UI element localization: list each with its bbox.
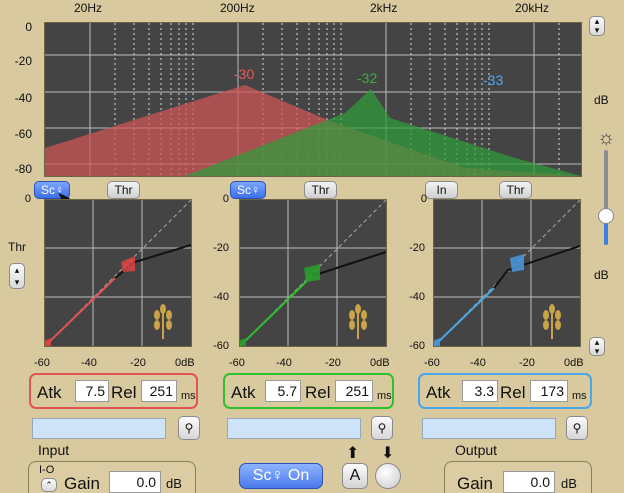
band-2-tick: -60 <box>229 357 245 369</box>
band-2-ms-unit: ms <box>377 390 392 402</box>
band-3-lock-button[interactable]: ⚲ <box>566 416 588 440</box>
key-icon: ⚲ <box>572 421 582 435</box>
output-group: Gain 0.0 dB <box>444 461 592 493</box>
threshold-stepper[interactable]: ▴ ▾ <box>9 263 25 289</box>
band-3-release-label: Rel <box>500 383 526 402</box>
spectrum-db-label: 0 <box>25 20 32 34</box>
brightness-slider-knob[interactable] <box>598 208 614 224</box>
band-1-ms-unit: ms <box>181 390 196 402</box>
compressor-y-tick: 0 <box>420 193 427 205</box>
freq-label-2khz: 2kHz <box>370 1 398 15</box>
key-icon: ⚲ <box>184 421 194 435</box>
freq-label-200hz: 200Hz <box>220 1 255 15</box>
band-2-lock-button[interactable]: ⚲ <box>371 416 393 440</box>
input-gain-label: Gain <box>64 474 100 493</box>
band-2-threshold-readout: -32 <box>357 70 378 86</box>
input-db-unit: dB <box>166 476 182 491</box>
spectrum-db-label: -80 <box>14 162 32 176</box>
band-1-tick: -60 <box>34 357 50 369</box>
input-io-stepper[interactable]: ⌃ <box>41 478 57 492</box>
band-2-release-label: Rel <box>305 383 331 402</box>
band-2-attack-label: Atk <box>231 383 256 402</box>
band-2-release-field[interactable]: 251 <box>335 380 373 402</box>
spectrum-db-label: -40 <box>14 91 32 105</box>
band-2-tick: -40 <box>276 357 292 369</box>
band-1-attack-field[interactable]: 7.5 <box>75 380 109 402</box>
sun-icon: ☼ <box>597 127 616 149</box>
band-3-tick: -60 <box>424 357 440 369</box>
input-group: I-O ⌃ Gain 0.0 dB <box>28 461 196 493</box>
band-1-name-field[interactable] <box>32 418 166 439</box>
input-gain-field[interactable]: 0.0 <box>109 471 161 493</box>
band-3-timing-box: Atk 3.3 Rel 173 ms <box>418 373 592 409</box>
compressor-y-tick: -20 <box>409 242 425 254</box>
band-2-tick: 0dB <box>370 357 390 369</box>
compressor-y-tick: -20 <box>213 242 229 254</box>
band-1-compressor-graph[interactable] <box>41 199 192 350</box>
band-3-tick: 0dB <box>564 357 584 369</box>
band-1-release-field[interactable]: 251 <box>141 380 177 402</box>
compressor-db-unit: dB <box>594 268 609 282</box>
band-3-tick: -20 <box>519 357 535 369</box>
band-2-threshold-button[interactable]: Thr <box>304 181 337 199</box>
compressor-y-tick: -40 <box>409 291 425 303</box>
band-2-tick: -20 <box>325 357 341 369</box>
spectrum-range-stepper[interactable]: ▴ ▾ <box>589 16 605 36</box>
band-1-release-label: Rel <box>111 383 137 402</box>
band-1-threshold-readout: -30 <box>234 66 255 82</box>
band-1-lock-button[interactable]: ⚲ <box>178 416 200 440</box>
spectrum-display[interactable] <box>44 22 582 177</box>
band-2-sidechain-button[interactable]: Sc♀ <box>230 181 266 199</box>
compressor-y-tick: 0 <box>222 193 229 205</box>
threshold-label: Thr <box>8 240 26 254</box>
input-label: Input <box>38 442 70 458</box>
band-1-threshold-button[interactable]: Thr <box>107 181 140 199</box>
output-gain-field[interactable]: 0.0 <box>503 471 555 493</box>
sidechain-on-button[interactable]: Sc♀ On <box>239 463 323 489</box>
compressor-y-tick: -60 <box>409 340 425 352</box>
band-1-tick: -40 <box>81 357 97 369</box>
compressor-range-stepper[interactable]: ▴ ▾ <box>589 337 605 356</box>
band-1-tick: 0dB <box>175 357 195 369</box>
band-3-attack-label: Atk <box>426 383 451 402</box>
freq-label-20hz: 20Hz <box>74 1 103 15</box>
compare-b-button[interactable] <box>375 463 401 489</box>
band-3-compressor-graph[interactable] <box>430 199 581 350</box>
key-icon: ⚲ <box>377 421 387 435</box>
band-1-timing-box: Atk 7.5 Rel 251 ms <box>29 373 198 409</box>
band-2-compressor-graph[interactable] <box>236 199 387 350</box>
band-3-input-button[interactable]: In <box>425 181 458 199</box>
band-3-threshold-readout: -33 <box>483 72 504 88</box>
arrow-down-icon: ⬇ <box>381 445 395 462</box>
band-2-timing-box: Atk 5.7 Rel 251 ms <box>223 373 394 409</box>
band-3-release-field[interactable]: 173 <box>530 380 568 402</box>
output-db-unit: dB <box>561 476 577 491</box>
band-2-attack-field[interactable]: 5.7 <box>265 380 301 402</box>
band-1-attack-label: Atk <box>37 383 62 402</box>
spectrum-svg <box>45 23 581 176</box>
band-3-name-field[interactable] <box>422 418 556 439</box>
compressor-y-tick: -40 <box>213 291 229 303</box>
band-3-attack-field[interactable]: 3.3 <box>462 380 498 402</box>
freq-label-20khz: 20kHz <box>515 1 550 15</box>
band-2-name-field[interactable] <box>227 418 361 439</box>
band-3-ms-unit: ms <box>572 390 587 402</box>
compressor-y-tick: -60 <box>213 340 229 352</box>
band-1-tick: -20 <box>130 357 146 369</box>
compressor-y-tick: 0 <box>24 193 31 205</box>
band-3-tick: -40 <box>470 357 486 369</box>
spectrum-db-label: -20 <box>14 54 32 68</box>
spectrum-db-label: -60 <box>14 127 32 141</box>
output-label: Output <box>455 442 498 458</box>
compare-a-button[interactable]: A <box>342 463 368 489</box>
output-gain-label: Gain <box>457 474 493 493</box>
arrow-up-icon: ⬆ <box>346 445 360 462</box>
spectrum-db-unit: dB <box>594 93 609 107</box>
band-3-threshold-button[interactable]: Thr <box>499 181 532 199</box>
io-label: I-O <box>39 464 55 476</box>
